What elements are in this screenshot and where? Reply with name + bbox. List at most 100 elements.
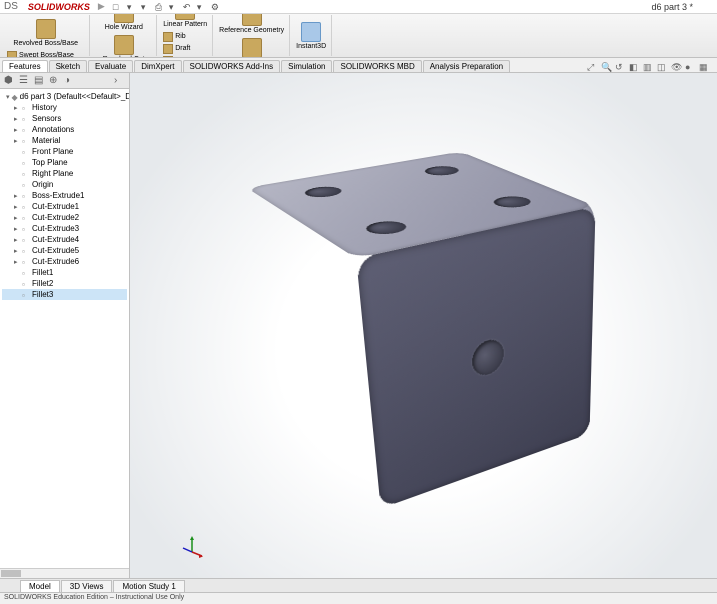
tab-simulation[interactable]: Simulation [281, 60, 332, 72]
linear-pattern-button[interactable]: Linear Pattern [161, 14, 209, 29]
tree-item[interactable]: ▸▫Sensors [2, 113, 127, 124]
expand-icon[interactable]: ▸ [14, 214, 20, 222]
extruded-boss-button[interactable]: Extruded Boss/Base [5, 14, 86, 16]
prev-view-icon[interactable]: ↺ [615, 62, 625, 72]
expand-icon[interactable]: ▸ [14, 126, 20, 134]
graphics-viewport[interactable] [130, 73, 717, 578]
orientation-triad[interactable] [180, 534, 204, 558]
tree-root[interactable]: ▾ ◆ d6 part 3 (Default<<Default>_Display [2, 91, 127, 102]
zoom-fit-icon[interactable]: ⤢ [587, 62, 597, 72]
bottom-tab-model[interactable]: Model [20, 580, 60, 592]
expand-icon[interactable]: ▸ [14, 115, 20, 123]
cut-icon: ▫ [22, 214, 30, 222]
print-icon[interactable]: ⎙ [155, 2, 165, 12]
tree-item-label: Cut-Extrude2 [32, 213, 79, 222]
tree-item-label: Fillet1 [32, 268, 53, 277]
tree-item[interactable]: ▸▫Cut-Extrude1 [2, 201, 127, 212]
tree-item-label: Right Plane [32, 169, 73, 178]
tree-item[interactable]: ▫Origin [2, 179, 127, 190]
tree-item[interactable]: ▸▫Annotations [2, 124, 127, 135]
open-icon[interactable]: ▾ [127, 2, 137, 12]
tab-dimxpert[interactable]: DimXpert [134, 60, 181, 72]
expand-menu-icon[interactable]: ▶ [98, 1, 105, 12]
revolved-boss-button[interactable]: Revolved Boss/Base [5, 18, 86, 48]
expand-icon[interactable]: ▸ [14, 104, 20, 112]
bottom-tab-3d-views[interactable]: 3D Views [61, 580, 113, 592]
draft-button[interactable]: Draft [161, 43, 209, 55]
expand-icon[interactable]: ▸ [14, 203, 20, 211]
expand-icon[interactable]: ▸ [14, 247, 20, 255]
dice-model[interactable] [296, 177, 525, 454]
tab-solidworks-add-ins[interactable]: SOLIDWORKS Add-Ins [183, 60, 281, 72]
cut-icon: ▫ [22, 247, 30, 255]
revolved-cut-button[interactable]: Revolved Cut [94, 34, 153, 59]
tree-item[interactable]: ▸▫Cut-Extrude3 [2, 223, 127, 234]
appearance-icon[interactable]: ● [685, 62, 695, 72]
save-icon[interactable]: ▾ [141, 2, 151, 12]
tree-item[interactable]: ▫Right Plane [2, 168, 127, 179]
tree-item[interactable]: ▸▫Boss-Extrude1 [2, 190, 127, 201]
section-view-icon[interactable]: ◧ [629, 62, 639, 72]
title-bar: DS SOLIDWORKS ▶ □ ▾ ▾ ⎙ ▾ ↶ ▾ ⚙ d6 part … [0, 0, 717, 14]
tree-item[interactable]: ▫Top Plane [2, 157, 127, 168]
tab-analysis-preparation[interactable]: Analysis Preparation [423, 60, 510, 72]
expand-icon[interactable]: › [114, 75, 125, 86]
status-bar: SOLIDWORKS Education Edition – Instructi… [0, 592, 717, 604]
rebuild-icon[interactable]: ⚙ [211, 2, 221, 12]
tab-evaluate[interactable]: Evaluate [88, 60, 133, 72]
hide-show-icon[interactable]: 👁 [671, 62, 681, 72]
expand-icon[interactable]: ▸ [14, 225, 20, 233]
undo-icon[interactable]: ↶ [183, 2, 193, 12]
view-orientation-icon[interactable]: ▥ [643, 62, 653, 72]
cut-icon: ▫ [22, 203, 30, 211]
scene-icon[interactable]: ▦ [699, 62, 709, 72]
feature-tree-tab-icon[interactable]: ⬢ [4, 75, 15, 86]
tab-features[interactable]: Features [2, 60, 48, 72]
tree-item[interactable]: ▸▫Cut-Extrude4 [2, 234, 127, 245]
plane-icon: ▫ [22, 170, 30, 178]
tree-item[interactable]: ▫Fillet1 [2, 267, 127, 278]
reference-geometry-button[interactable]: Reference Geometry [217, 14, 286, 35]
expand-icon[interactable]: ▸ [14, 137, 20, 145]
material-icon: ▫ [22, 137, 30, 145]
cut-icon: ▫ [22, 236, 30, 244]
expand-icon[interactable]: ▾ [6, 93, 10, 101]
expand-icon[interactable]: ▸ [14, 192, 20, 200]
horizontal-scrollbar[interactable] [0, 568, 129, 578]
tree-item-label: Fillet3 [32, 290, 53, 299]
config-tab-icon[interactable]: ▤ [34, 75, 45, 86]
tree-item[interactable]: ▸▫History [2, 102, 127, 113]
tree-item-label: Annotations [32, 125, 74, 134]
tree-item[interactable]: ▸▫Cut-Extrude6 [2, 256, 127, 267]
expand-icon[interactable]: ▸ [14, 236, 20, 244]
plane-icon: ▫ [22, 148, 30, 156]
hole-wizard-button[interactable]: Hole Wizard [94, 14, 153, 32]
tree-item-label: Boss-Extrude1 [32, 191, 84, 200]
display-style-icon[interactable]: ◫ [657, 62, 667, 72]
feature-tree[interactable]: ▾ ◆ d6 part 3 (Default<<Default>_Display… [0, 89, 129, 568]
bottom-tab-motion-study-1[interactable]: Motion Study 1 [113, 580, 184, 592]
tree-item[interactable]: ▸▫Material [2, 135, 127, 146]
expand-icon[interactable]: ▸ [14, 258, 20, 266]
tree-item[interactable]: ▫Front Plane [2, 146, 127, 157]
tab-sketch[interactable]: Sketch [49, 60, 87, 72]
tree-item[interactable]: ▫Fillet2 [2, 278, 127, 289]
rib-button[interactable]: Rib [161, 31, 209, 43]
tree-item[interactable]: ▸▫Cut-Extrude5 [2, 245, 127, 256]
new-icon[interactable]: □ [113, 2, 123, 12]
options-icon[interactable]: ▾ [169, 2, 179, 12]
tree-item-label: History [32, 103, 57, 112]
property-tab-icon[interactable]: ☰ [19, 75, 30, 86]
redo-icon[interactable]: ▾ [197, 2, 207, 12]
display-tab-icon[interactable]: ◑ [64, 75, 75, 86]
dimxpert-tab-icon[interactable]: ⊕ [49, 75, 60, 86]
app-logo: SOLIDWORKS [28, 2, 90, 12]
instant3d-button[interactable]: Instant3D [294, 21, 328, 51]
tree-item[interactable]: ▸▫Cut-Extrude2 [2, 212, 127, 223]
zoom-area-icon[interactable]: 🔍 [601, 62, 611, 72]
tab-solidworks-mbd[interactable]: SOLIDWORKS MBD [333, 60, 421, 72]
swept-boss-button[interactable]: Swept Boss/Base [5, 50, 86, 59]
tree-item-label: Cut-Extrude4 [32, 235, 79, 244]
tree-item[interactable]: ▫Fillet3 [2, 289, 127, 300]
curves-button[interactable]: Curves [217, 37, 286, 59]
